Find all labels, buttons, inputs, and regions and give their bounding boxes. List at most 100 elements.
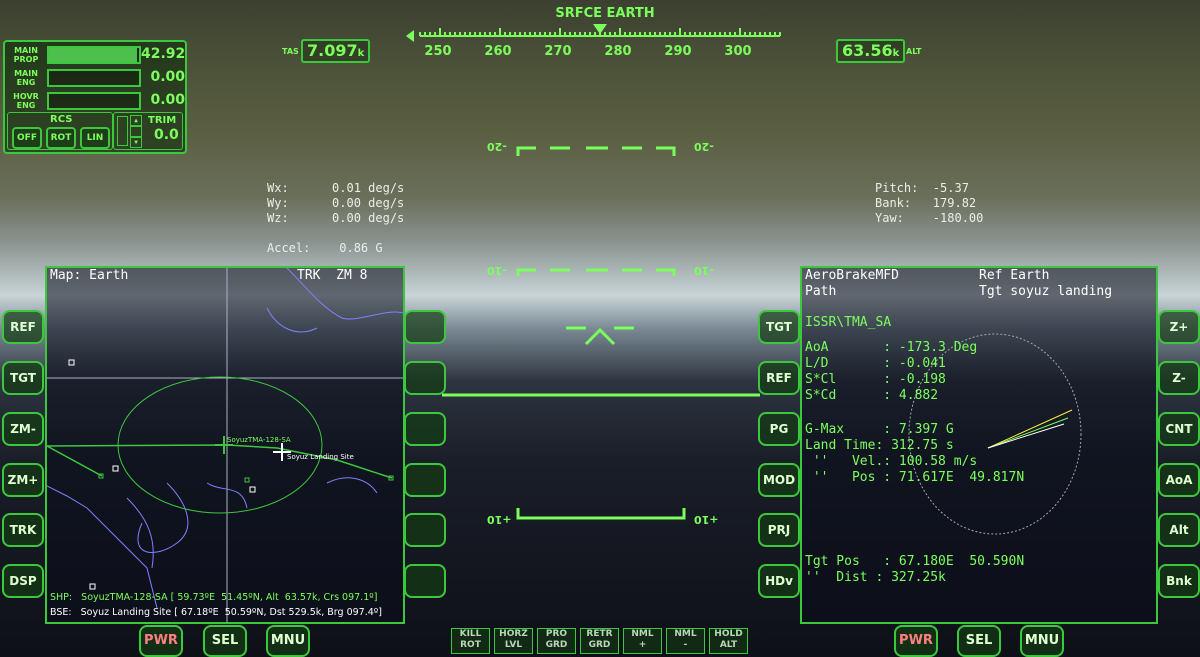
main-eng-bar[interactable] (47, 69, 141, 87)
right-mfd-zoom-in-button[interactable]: Z+ (1158, 310, 1200, 344)
main-eng-value: 0.00 (150, 69, 185, 85)
left-mfd-mnu-button[interactable]: MNU (266, 625, 310, 657)
left-mfd-blank-button[interactable] (404, 310, 446, 344)
rcs-off-button[interactable]: OFF (12, 127, 42, 149)
nav-nml-plus-bottom: + (638, 640, 647, 650)
right-mfd-line: S*Cd : 4.882 (805, 388, 939, 403)
right-mfd-alt-button[interactable]: Alt (1158, 513, 1200, 547)
tas-box: 7.097k (301, 39, 371, 63)
left-mfd-trk-button[interactable]: TRK (2, 513, 44, 547)
heading-tape-left-arrow (406, 30, 414, 42)
trajectory-line (987, 417, 1069, 449)
right-mfd-title: AeroBrakeMFD (805, 268, 899, 283)
nav-pro-grd-button[interactable]: PRO GRD (537, 628, 576, 654)
left-mfd-zoom-out-button[interactable]: ZM- (2, 412, 44, 446)
nav-nml-plus-button[interactable]: NML + (623, 628, 662, 654)
left-mfd-blank-button[interactable] (404, 463, 446, 497)
yaw-readout: Yaw: -180.00 (875, 211, 984, 225)
nav-hold-alt-button[interactable]: HOLD ALT (709, 628, 748, 654)
right-mfd-prj-button[interactable]: PRJ (758, 513, 800, 547)
left-mfd-blank-button[interactable] (404, 564, 446, 598)
left-mfd-tgt-button[interactable]: TGT (2, 361, 44, 395)
right-mfd-mnu-button[interactable]: MNU (1020, 625, 1064, 657)
left-mfd-sel-button[interactable]: SEL (203, 625, 247, 657)
pitch-line-bottom (516, 508, 686, 520)
left-mfd-blank-button[interactable] (404, 361, 446, 395)
right-mfd-pwr-button[interactable]: PWR (894, 625, 938, 657)
hovr-eng-value: 0.00 (150, 92, 185, 108)
right-mfd-aoa-button[interactable]: AoA (1158, 463, 1200, 497)
trim-down-button[interactable]: ▼ (130, 137, 142, 148)
right-mfd-screen[interactable]: AeroBrakeMFD Path Ref Earth Tgt soyuz la… (800, 266, 1158, 624)
main-prop-bar (47, 46, 141, 64)
trim-slider[interactable] (117, 116, 128, 146)
nav-kill-rot-top: KILL (459, 629, 482, 639)
bse-line: BSE: Soyuz Landing Site [ 67.18ºE 50.59º… (50, 607, 382, 618)
left-mfd-blank-button[interactable] (404, 513, 446, 547)
trim-mid-button[interactable] (130, 126, 142, 137)
right-mfd-line: '' Pos : 71.617E 49.817N (805, 470, 1025, 485)
nav-retr-grd-button[interactable]: RETR GRD (580, 628, 619, 654)
left-mfd-dsp-button[interactable]: DSP (2, 564, 44, 598)
rcs-rot-button[interactable]: ROT (46, 127, 76, 149)
ground-track-branch (47, 445, 103, 477)
trajectory-line (987, 409, 1073, 449)
rate-wz: Wz: 0.00 deg/s (267, 211, 405, 225)
hud-mode-label: SRFCE EARTH (555, 6, 655, 21)
left-mfd-pwr-button[interactable]: PWR (139, 625, 183, 657)
right-mfd-hdv-button[interactable]: HDv (758, 564, 800, 598)
right-mfd-ref: Ref Earth (979, 268, 1050, 283)
shp-line: SHP: SoyuzTMA-128-SA [ 59.73ºE 51.45ºN, … (50, 592, 378, 603)
left-mfd-zoom-in-button[interactable]: ZM+ (2, 463, 44, 497)
pitch-label-top-left: -20 (487, 140, 507, 153)
right-mfd-line: '' Vel.: 100.58 m/s (805, 454, 978, 469)
nav-retr-grd-bottom: GRD (588, 640, 611, 650)
right-mfd-line: G-Max : 7.397 G (805, 422, 954, 437)
nav-retr-grd-top: RETR (586, 629, 613, 639)
right-mfd-tgt-button[interactable]: TGT (758, 310, 800, 344)
engine-panel: MAIN PROP 42.92 MAIN ENG 0.00 HOVR ENG 0… (3, 40, 187, 154)
right-mfd-zoom-out-button[interactable]: Z- (1158, 361, 1200, 395)
right-mfd-mod-button[interactable]: MOD (758, 463, 800, 497)
alt-box: 63.56k (836, 39, 906, 63)
left-mfd-mode: TRK ZM 8 (297, 268, 368, 283)
nav-nml-minus-top: NML (674, 629, 697, 639)
nav-horz-lvl-bottom: LVL (504, 640, 523, 650)
rate-wx: Wx: 0.01 deg/s (267, 181, 405, 195)
right-mfd-sel-button[interactable]: SEL (957, 625, 1001, 657)
hovr-eng-row: HOVR ENG 0.00 (5, 90, 185, 112)
pitch-label-top-right: -20 (694, 140, 714, 153)
left-mfd-blank-button[interactable] (404, 412, 446, 446)
heading-tick-label: 250 (424, 44, 452, 59)
right-mfd-bnk-button[interactable]: Bnk (1158, 564, 1200, 598)
trim-up-button[interactable]: ▲ (130, 115, 142, 126)
pitch-label-mid-right: -10 (694, 264, 714, 277)
nav-horz-lvl-button[interactable]: HORZ LVL (494, 628, 533, 654)
nav-hold-alt-top: HOLD (714, 629, 743, 639)
left-mfd-screen[interactable]: SoyuzTMA-128-SA Soyuz Landing Site Map: … (45, 266, 405, 624)
right-mfd-pg-button[interactable]: PG (758, 412, 800, 446)
map-poi (249, 486, 256, 493)
map-poi (68, 359, 75, 366)
hovr-eng-bar[interactable] (47, 92, 141, 110)
left-mfd-title: Map: Earth (50, 268, 129, 283)
nav-nml-minus-button[interactable]: NML - (666, 628, 705, 654)
nav-nml-plus-top: NML (631, 629, 654, 639)
heading-tick-label: 290 (664, 44, 692, 59)
right-mfd-line: L/D : -0.041 (805, 356, 946, 371)
pitch-label-bot-left: +10 (487, 513, 512, 526)
left-mfd-ref-button[interactable]: REF (2, 310, 44, 344)
pitch-readout: Pitch: -5.37 (875, 181, 969, 195)
heading-tick-label: 270 (544, 44, 572, 59)
alt-unit: k (892, 48, 900, 59)
rcs-label: RCS (50, 114, 73, 125)
right-mfd-line: Land Time: 312.75 s (805, 438, 954, 453)
main-prop-value: 42.92 (141, 46, 186, 62)
right-mfd-cnt-button[interactable]: CNT (1158, 412, 1200, 446)
nav-nml-minus-bottom: - (683, 640, 688, 650)
nav-kill-rot-button[interactable]: KILL ROT (451, 628, 490, 654)
rcs-lin-button[interactable]: LIN (80, 127, 110, 149)
right-mfd-ref-button[interactable]: REF (758, 361, 800, 395)
main-prop-label: MAIN PROP (13, 46, 39, 64)
map-poi (112, 465, 119, 472)
